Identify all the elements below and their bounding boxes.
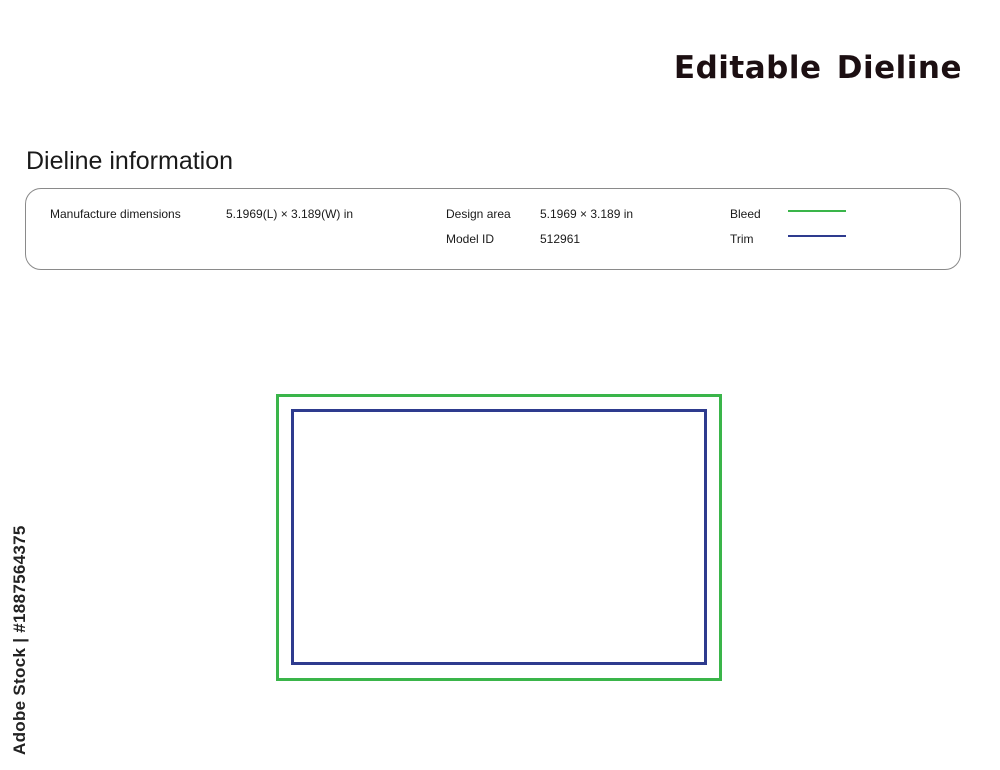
stock-watermark-text: Adobe Stock | #1887564375 <box>10 525 29 755</box>
bleed-outline <box>276 394 722 681</box>
dieline-drawing <box>276 394 722 681</box>
trim-outline <box>291 409 707 665</box>
